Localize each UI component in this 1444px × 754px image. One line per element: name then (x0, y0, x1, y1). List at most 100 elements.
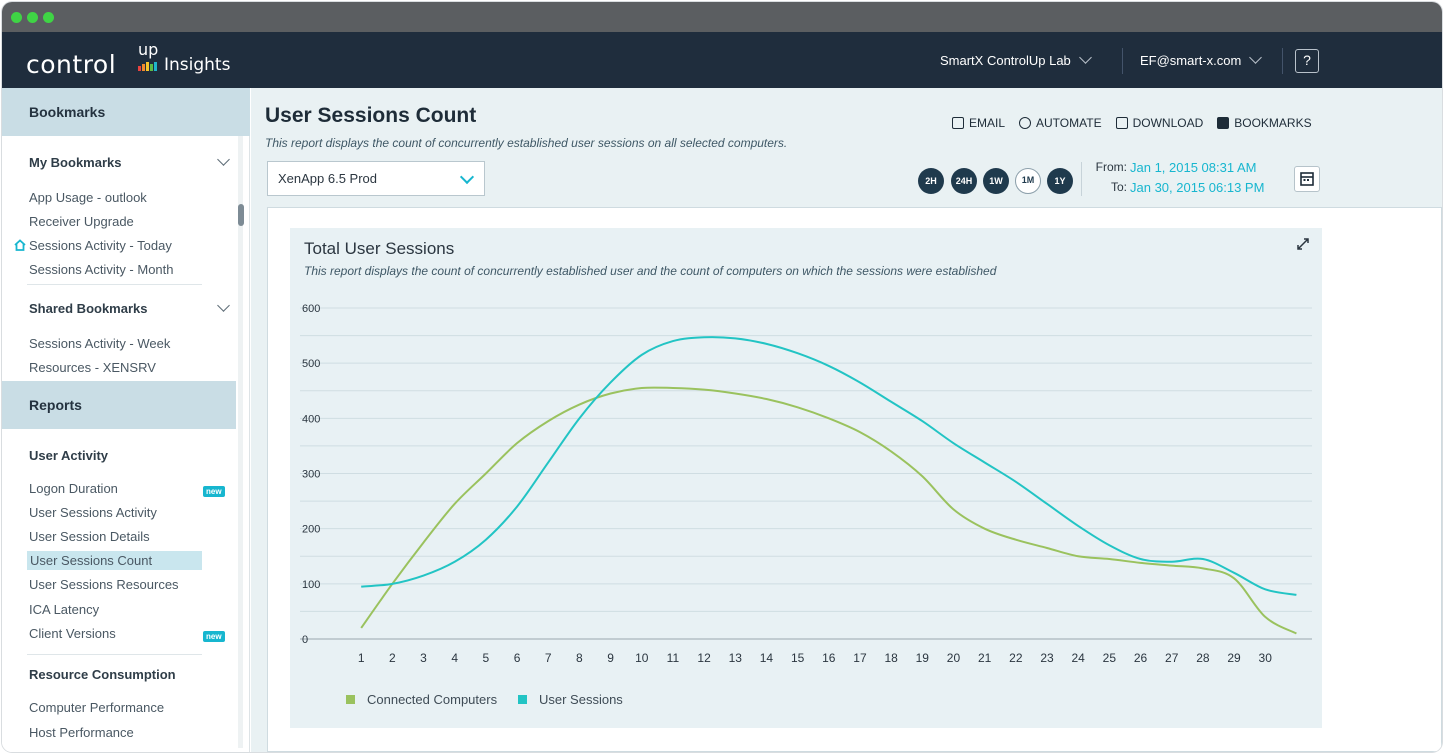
chevron-down-icon[interactable] (217, 153, 230, 166)
total-user-sessions-chart: Total User Sessions This report displays… (290, 228, 1322, 728)
x-tick-label: 14 (760, 651, 774, 665)
shared-bookmarks-heading[interactable]: Shared Bookmarks (29, 301, 148, 316)
x-tick-label: 5 (483, 651, 490, 665)
sidebar-reports-header[interactable]: Reports (2, 381, 236, 429)
range-1y-button[interactable]: 1Y (1047, 168, 1073, 194)
report-user-session-details[interactable]: User Session Details (29, 529, 150, 544)
range-24h-button[interactable]: 24H (951, 168, 977, 194)
sidebar-bookmarks-header[interactable]: Bookmarks (2, 88, 250, 136)
download-icon (1115, 117, 1128, 129)
range-1w-button[interactable]: 1W (983, 168, 1009, 194)
bookmark-icon (1217, 117, 1230, 129)
y-tick-label: 300 (302, 469, 320, 481)
bookmark-resources-xensrv[interactable]: Resources - XENSRV (29, 360, 156, 375)
bookmark-sessions-activity-today[interactable]: Sessions Activity - Today (29, 238, 172, 253)
x-tick-label: 3 (420, 651, 427, 665)
sidebar-scrollbar[interactable] (238, 136, 243, 748)
bookmark-app-usage-outlook[interactable]: App Usage - outlook (29, 190, 147, 205)
sidebar-scroll-thumb[interactable] (238, 204, 244, 226)
org-selector[interactable]: SmartX ControlUp Lab (940, 32, 1092, 88)
nav-divider (1282, 48, 1283, 74)
x-tick-label: 11 (667, 651, 680, 665)
bookmark-receiver-upgrade[interactable]: Receiver Upgrade (29, 214, 134, 229)
bookmarks-button[interactable]: BOOKMARKS (1217, 116, 1312, 130)
from-date[interactable]: Jan 1, 2015 08:31 AM (1130, 160, 1256, 175)
user-activity-heading: User Activity (29, 448, 108, 463)
email-icon (952, 117, 964, 129)
logo-bars-icon (138, 62, 162, 71)
x-tick-label: 8 (576, 651, 583, 665)
x-tick-label: 16 (822, 651, 836, 665)
x-tick-label: 25 (1103, 651, 1117, 665)
x-tick-label: 15 (791, 651, 805, 665)
x-tick-label: 12 (697, 651, 711, 665)
report-host-performance[interactable]: Host Performance (29, 725, 134, 740)
x-tick-label: 17 (853, 651, 867, 665)
x-tick-label: 28 (1196, 651, 1210, 665)
y-tick-label: 600 (302, 303, 320, 315)
app-window: control up Insights SmartX ControlUp Lab… (2, 2, 1442, 752)
automate-button[interactable]: AUTOMATE (1019, 116, 1102, 130)
x-tick-label: 13 (729, 651, 743, 665)
logo-word-up: up (138, 40, 159, 59)
y-tick-label: 0 (302, 634, 308, 646)
x-tick-label: 4 (451, 651, 458, 665)
home-icon (14, 239, 26, 251)
sidebar-divider (27, 654, 202, 655)
window-minimize-dot[interactable] (27, 12, 38, 23)
x-tick-label: 23 (1040, 651, 1054, 665)
controlup-insights-logo[interactable]: control up Insights (26, 40, 266, 79)
report-actions: EMAIL AUTOMATE DOWNLOAD BOOKMARKS (952, 116, 1326, 130)
new-badge: new (203, 486, 225, 497)
report-computer-performance[interactable]: Computer Performance (29, 700, 164, 715)
download-button[interactable]: DOWNLOAD (1115, 116, 1203, 130)
bookmark-sessions-activity-week[interactable]: Sessions Activity - Week (29, 336, 170, 351)
report-ica-latency[interactable]: ICA Latency (29, 602, 99, 617)
date-divider (1081, 162, 1082, 196)
calendar-button[interactable] (1294, 166, 1320, 192)
email-button[interactable]: EMAIL (952, 116, 1005, 130)
report-user-sessions-activity[interactable]: User Sessions Activity (29, 505, 157, 520)
clock-icon (1019, 117, 1032, 129)
to-label: To: (1110, 180, 1127, 194)
range-1m-button[interactable]: 1M (1015, 168, 1041, 194)
bookmarks-label: BOOKMARKS (1234, 116, 1312, 130)
user-menu[interactable]: EF@smart-x.com (1140, 32, 1263, 88)
x-tick-label: 2 (389, 651, 396, 665)
to-date[interactable]: Jan 30, 2015 06:13 PM (1130, 180, 1264, 195)
x-tick-label: 1 (358, 651, 365, 665)
window-titlebar (2, 2, 1442, 32)
page-description: This report displays the count of concur… (265, 136, 788, 150)
user-email: EF@smart-x.com (1140, 52, 1242, 68)
legend-swatch (518, 695, 527, 704)
calendar-icon (1300, 172, 1314, 186)
x-tick-label: 21 (978, 651, 992, 665)
chevron-down-icon[interactable] (217, 299, 230, 312)
report-user-sessions-count[interactable]: User Sessions Count (27, 551, 202, 570)
logo-word-control: control (26, 50, 117, 79)
x-tick-label: 9 (607, 651, 614, 665)
x-tick-label: 19 (916, 651, 930, 665)
new-badge: new (203, 631, 225, 642)
y-tick-label: 400 (302, 413, 320, 425)
x-tick-label: 6 (514, 651, 521, 665)
y-tick-label: 100 (302, 579, 320, 591)
chevron-down-icon (1078, 51, 1092, 64)
window-zoom-dot[interactable] (43, 12, 54, 23)
chevron-down-icon (1249, 51, 1263, 64)
automate-label: AUTOMATE (1036, 116, 1102, 130)
x-tick-label: 20 (947, 651, 961, 665)
window-close-dot[interactable] (11, 12, 22, 23)
farm-selector[interactable]: XenApp 6.5 Prod (267, 161, 485, 196)
report-client-versions[interactable]: Client Versions (29, 626, 116, 641)
bookmark-sessions-activity-month[interactable]: Sessions Activity - Month (29, 262, 174, 277)
chart-plot-area: 01002003004005006001 2 3 4 5 6 7 8 9 10 11 12 13 14 15… (300, 303, 1312, 707)
my-bookmarks-heading[interactable]: My Bookmarks (29, 155, 121, 170)
farm-selector-value: XenApp 6.5 Prod (278, 171, 378, 186)
report-logon-duration[interactable]: Logon Duration (29, 481, 118, 496)
sidebar: Bookmarks My Bookmarks App Usage - outlo… (2, 88, 250, 752)
range-2h-button[interactable]: 2H (918, 168, 944, 194)
help-button[interactable]: ? (1295, 49, 1319, 73)
y-tick-label: 200 (302, 524, 320, 536)
report-user-sessions-resources[interactable]: User Sessions Resources (29, 577, 179, 592)
